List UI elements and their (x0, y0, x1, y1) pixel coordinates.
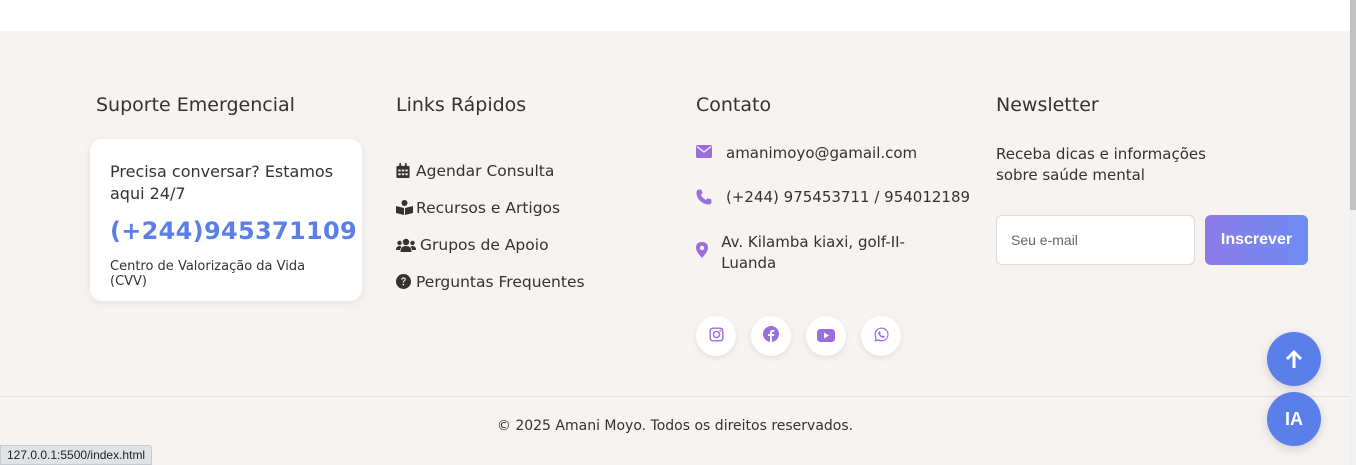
emergency-phone[interactable]: (+244)945371109 (110, 217, 357, 245)
whatsapp-icon (873, 326, 889, 346)
emergency-title: Suporte Emergencial (96, 94, 295, 116)
quick-link-perguntas-frequentes[interactable]: Perguntas Frequentes (396, 263, 585, 300)
youtube-link[interactable] (806, 316, 846, 356)
users-icon (396, 238, 420, 252)
emergency-center-name: Centro de Valorização da Vida (CVV) (110, 259, 306, 289)
subscribe-button[interactable]: Inscrever (1205, 215, 1308, 265)
facebook-icon (763, 326, 779, 346)
contact-phone-text: (+244) 975453711 / 954012189 (726, 188, 971, 206)
quick-link-grupos-apoio[interactable]: Grupos de Apoio (396, 226, 585, 263)
facebook-link[interactable] (751, 316, 791, 356)
back-to-top-button[interactable] (1267, 332, 1321, 386)
map-marker-icon (696, 232, 721, 258)
page-scrollbar[interactable] (1350, 0, 1356, 465)
newsletter-title: Newsletter (996, 94, 1099, 116)
contact-email-text: amanimoyo@gamail.com (726, 144, 918, 162)
instagram-icon (708, 326, 724, 346)
instagram-link[interactable] (696, 316, 736, 356)
quick-link-agendar-consulta[interactable]: Agendar Consulta (396, 152, 585, 189)
newsletter-email-input[interactable] (996, 215, 1195, 265)
quick-link-label: Perguntas Frequentes (416, 272, 585, 291)
youtube-icon (817, 327, 835, 346)
envelope-icon (696, 143, 726, 158)
calendar-icon (396, 163, 416, 178)
quick-link-label: Agendar Consulta (416, 161, 555, 180)
page-content-bottom (0, 0, 1350, 31)
footer-divider (0, 396, 1350, 397)
copyright-text: © 2025 Amani Moyo. Todos os direitos res… (496, 418, 854, 434)
question-circle-icon (396, 274, 416, 289)
whatsapp-link[interactable] (861, 316, 901, 356)
scrollbar-thumb[interactable] (1350, 0, 1356, 210)
quick-links-title: Links Rápidos (396, 94, 527, 116)
quick-link-label: Recursos e Artigos (416, 198, 561, 217)
site-footer: Suporte Emergencial Precisa conversar? E… (0, 31, 1350, 465)
contact-address-text: Av. Kilamba kiaxi, golf-II- Luanda (721, 233, 905, 272)
emergency-ask-text: Precisa conversar? Estamos aqui 24/7 (110, 162, 334, 203)
browser-status-url: 127.0.0.1:5500/index.html (0, 445, 153, 465)
quick-links-list: Agendar Consulta Recursos e Artigos Grup… (396, 152, 585, 300)
quick-link-recursos-artigos[interactable]: Recursos e Artigos (396, 189, 585, 226)
contact-email[interactable]: amanimoyo@gamail.com (696, 143, 917, 164)
newsletter-description: Receba dicas e informações sobre saúde m… (996, 145, 1206, 184)
phone-icon (696, 187, 726, 205)
ia-assistant-button[interactable]: IA (1267, 392, 1321, 446)
contact-address: Av. Kilamba kiaxi, golf-II- Luanda (696, 232, 926, 274)
quick-link-label: Grupos de Apoio (420, 235, 549, 254)
book-reader-icon (396, 200, 416, 215)
contact-phone[interactable]: (+244) 975453711 / 954012189 (696, 187, 970, 208)
emergency-card: Precisa conversar? Estamos aqui 24/7 (+2… (90, 139, 362, 301)
social-links (696, 316, 901, 356)
contact-title: Contato (696, 94, 772, 116)
arrow-up-icon (1286, 350, 1302, 368)
